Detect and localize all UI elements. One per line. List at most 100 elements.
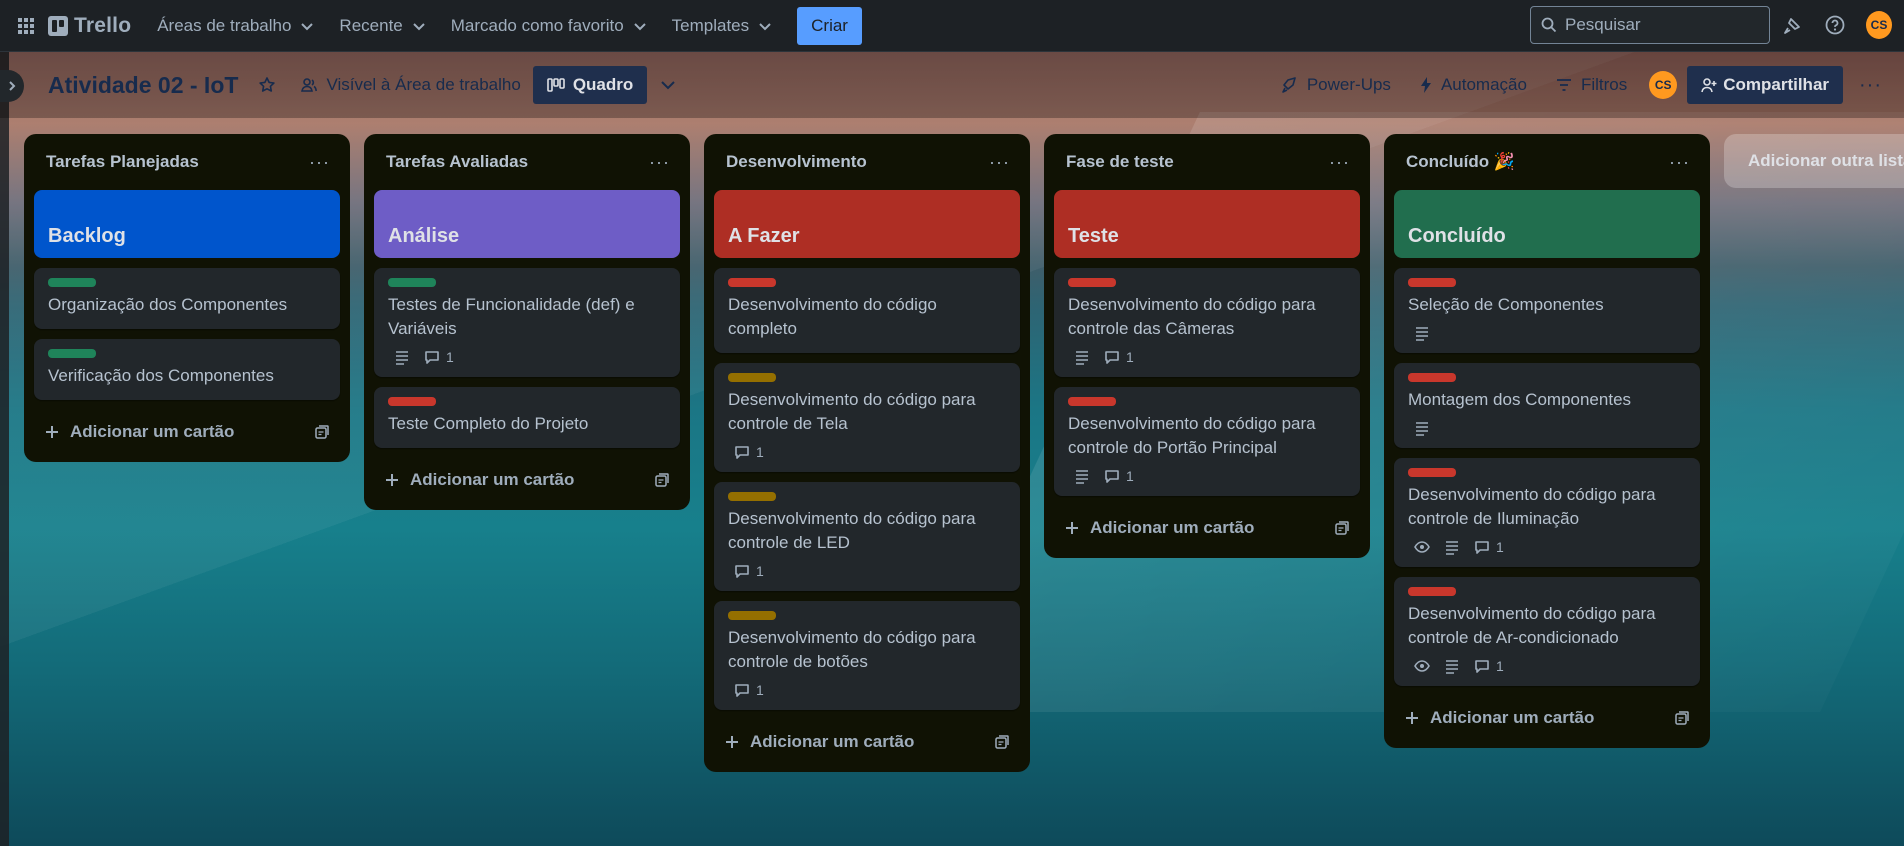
list-title[interactable]: Tarefas Avaliadas — [386, 152, 528, 172]
card-label[interactable] — [728, 278, 776, 287]
list-header[interactable]: Concluído 🎉 ··· — [1394, 134, 1700, 190]
cover-card[interactable]: Concluído — [1394, 190, 1700, 258]
power-ups-button[interactable]: Power-Ups — [1269, 66, 1403, 104]
list-menu-icon[interactable]: ··· — [1329, 152, 1350, 173]
card[interactable]: Teste Completo do Projeto — [374, 387, 680, 448]
add-card-left: Adicionar um cartão — [1064, 518, 1254, 538]
help-icon[interactable] — [1822, 12, 1848, 38]
account-avatar[interactable]: CS — [1866, 11, 1892, 39]
card[interactable]: Testes de Funcionalidade (def) e Variáve… — [374, 268, 680, 377]
cover-card[interactable]: Teste — [1054, 190, 1360, 258]
list-title[interactable]: Desenvolvimento — [726, 152, 867, 172]
add-card-button[interactable]: Adicionar um cartão — [34, 410, 340, 454]
list-header[interactable]: Fase de teste ··· — [1054, 134, 1360, 190]
card[interactable]: Desenvolvimento do código para controle … — [1054, 268, 1360, 377]
list-menu-icon[interactable]: ··· — [309, 152, 330, 173]
top-navigation: Trello Áreas de trabalho Recente Marcado… — [0, 0, 1904, 52]
nav-menu-templates[interactable]: Templates — [660, 10, 785, 42]
card-label[interactable] — [48, 349, 96, 358]
card-label[interactable] — [1068, 397, 1116, 406]
member-avatar-initials: CS — [1649, 71, 1678, 99]
description-icon — [1446, 541, 1458, 555]
card-label[interactable] — [1408, 587, 1456, 596]
card-label[interactable] — [1408, 468, 1456, 477]
create-from-template-icon[interactable] — [1334, 520, 1350, 536]
board-title[interactable]: Atividade 02 - IoT — [40, 66, 246, 105]
board-menu-button[interactable]: ··· — [1847, 66, 1894, 104]
card[interactable]: Desenvolvimento do código para controle … — [714, 482, 1020, 591]
description-icon — [1076, 351, 1088, 365]
card-label[interactable] — [1408, 373, 1456, 382]
card[interactable]: Organização dos Componentes — [34, 268, 340, 329]
board-member-avatar[interactable]: CS — [1643, 66, 1683, 104]
list-column: Concluído 🎉 ··· Concluído Seleção de Compon… — [1384, 134, 1710, 748]
card-badges — [1408, 325, 1686, 341]
card[interactable]: Desenvolvimento do código completo — [714, 268, 1020, 353]
nav-menu-workspaces[interactable]: Áreas de trabalho — [145, 10, 327, 42]
nav-menu-starred[interactable]: Marcado como favorito — [439, 10, 660, 42]
comment-icon — [425, 351, 439, 364]
filters-button[interactable]: Filtros — [1543, 66, 1639, 104]
cover-card[interactable]: A Fazer — [714, 190, 1020, 258]
filter-icon — [1556, 79, 1571, 91]
board-view-label: Quadro — [572, 75, 634, 94]
create-from-template-icon[interactable] — [1674, 710, 1690, 726]
create-from-template-icon[interactable] — [654, 472, 670, 488]
create-from-template-icon[interactable] — [314, 424, 330, 440]
card[interactable]: Desenvolvimento do código para controle … — [1394, 577, 1700, 686]
list-title[interactable]: Concluído 🎉 — [1406, 152, 1515, 172]
list-menu-icon[interactable]: ··· — [649, 152, 670, 173]
list-header[interactable]: Tarefas Avaliadas ··· — [374, 134, 680, 190]
comments-badge: 1 — [734, 444, 764, 460]
star-board-button[interactable] — [246, 66, 288, 104]
list-header[interactable]: Tarefas Planejadas ··· — [34, 134, 340, 190]
add-card-button[interactable]: Adicionar um cartão — [1394, 696, 1700, 740]
card-label[interactable] — [48, 278, 96, 287]
nav-menu-recent[interactable]: Recente — [327, 10, 438, 42]
search-input[interactable] — [1565, 15, 1755, 35]
switch-view-button[interactable] — [647, 66, 689, 104]
notifications-icon[interactable] — [1780, 12, 1806, 38]
automation-button[interactable]: Automação — [1407, 66, 1539, 104]
description-icon — [1076, 470, 1088, 484]
create-from-template-icon[interactable] — [994, 734, 1010, 750]
add-card-label: Adicionar um cartão — [750, 732, 915, 751]
card-label[interactable] — [1408, 278, 1456, 287]
list-menu-icon[interactable]: ··· — [1669, 152, 1690, 173]
list-header[interactable]: Desenvolvimento ··· — [714, 134, 1020, 190]
cover-card[interactable]: Análise — [374, 190, 680, 258]
add-card-button[interactable]: Adicionar um cartão — [374, 458, 680, 502]
trello-logo[interactable]: Trello — [48, 14, 131, 38]
app-switcher-icon[interactable] — [10, 10, 42, 42]
card-label[interactable] — [728, 373, 776, 382]
chevron-down-icon — [759, 22, 771, 30]
cover-card[interactable]: Backlog — [34, 190, 340, 258]
card-label[interactable] — [388, 397, 436, 406]
add-card-left: Adicionar um cartão — [1404, 708, 1594, 728]
description-badge — [1074, 349, 1090, 365]
card-label[interactable] — [1068, 278, 1116, 287]
card[interactable]: Desenvolvimento do código para controle … — [714, 363, 1020, 472]
list-title[interactable]: Tarefas Planejadas — [46, 152, 199, 172]
list-menu-icon[interactable]: ··· — [989, 152, 1010, 173]
card[interactable]: Desenvolvimento do código para controle … — [1054, 387, 1360, 496]
card[interactable]: Verificação dos Componentes — [34, 339, 340, 400]
card-title: Desenvolvimento do código para controle … — [728, 509, 976, 552]
card[interactable]: Desenvolvimento do código para controle … — [714, 601, 1020, 710]
create-button[interactable]: Criar — [797, 6, 862, 45]
board-view-button[interactable]: Quadro — [532, 66, 648, 104]
add-another-list-button[interactable]: Adicionar outra lista — [1724, 134, 1904, 188]
list-title[interactable]: Fase de teste — [1066, 152, 1174, 172]
description-icon — [1446, 660, 1458, 674]
card[interactable]: Montagem dos Componentes — [1394, 363, 1700, 448]
add-card-button[interactable]: Adicionar um cartão — [714, 720, 1020, 764]
card-label[interactable] — [728, 492, 776, 501]
card-label[interactable] — [728, 611, 776, 620]
card-label[interactable] — [388, 278, 436, 287]
card-title: Seleção de Componentes — [1408, 295, 1604, 314]
card[interactable]: Seleção de Componentes — [1394, 268, 1700, 353]
share-button[interactable]: Compartilhar — [1687, 66, 1844, 104]
add-card-button[interactable]: Adicionar um cartão — [1054, 506, 1360, 550]
card[interactable]: Desenvolvimento do código para controle … — [1394, 458, 1700, 567]
visibility-button[interactable]: Visível à Área de trabalho — [288, 66, 532, 104]
